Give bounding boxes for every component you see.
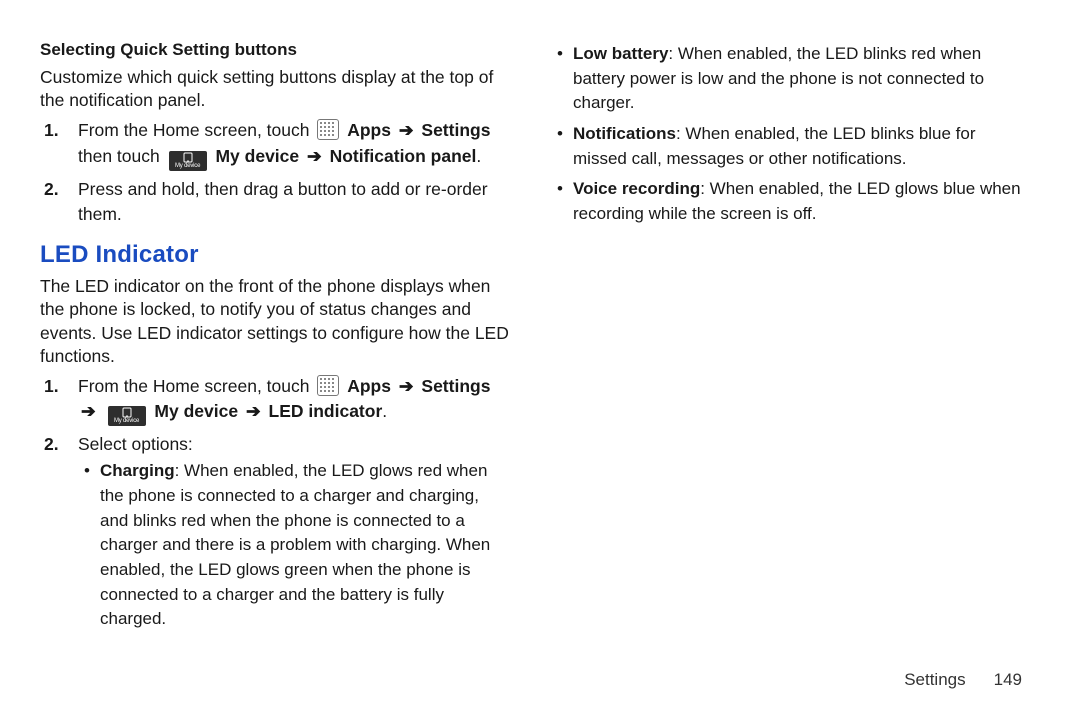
step-text-part: From the Home screen, touch xyxy=(78,376,314,396)
settings-label: Settings xyxy=(421,120,490,140)
option-notifications: Notifications: When enabled, the LED bli… xyxy=(571,122,1024,171)
option-title: Voice recording xyxy=(573,179,700,198)
option-charging: Charging: When enabled, the LED glows re… xyxy=(98,459,511,631)
option-voice-recording: Voice recording: When enabled, the LED g… xyxy=(571,177,1024,226)
step-text-part: then touch xyxy=(78,146,165,166)
quick-setting-steps: 1. From the Home screen, touch Ap xyxy=(40,118,511,227)
step-text: Select options: xyxy=(78,434,193,454)
my-device-icon-label: My device xyxy=(108,418,146,424)
arrow-icon: ➔ xyxy=(78,401,99,421)
led-steps: 1. From the Home screen, touch Ap xyxy=(40,374,511,632)
right-column: Low battery: When enabled, the LED blink… xyxy=(553,40,1024,666)
step-number: 2. xyxy=(44,432,59,457)
option-title: Charging xyxy=(100,461,175,480)
arrow-icon: ➔ xyxy=(396,120,417,140)
led-intro-paragraph: The LED indicator on the front of the ph… xyxy=(40,275,511,367)
led-options-list-left: Charging: When enabled, the LED glows re… xyxy=(78,459,511,631)
manual-page: Selecting Quick Setting buttons Customiz… xyxy=(0,0,1080,720)
led-indicator-label: LED indicator xyxy=(269,401,383,421)
arrow-icon: ➔ xyxy=(396,376,417,396)
page-footer: Settings 149 xyxy=(40,666,1024,690)
settings-label: Settings xyxy=(421,376,490,396)
my-device-label: My device xyxy=(154,401,238,421)
my-device-icon-label: My device xyxy=(169,163,207,169)
apps-label: Apps xyxy=(347,376,391,396)
apps-grid-icon xyxy=(317,119,339,140)
my-device-icon: My device xyxy=(108,406,146,426)
step-text-part: From the Home screen, touch xyxy=(78,120,314,140)
led-options-list-right: Low battery: When enabled, the LED blink… xyxy=(553,42,1024,226)
led-step-2: 2. Select options: Charging: When enable… xyxy=(62,432,511,632)
subsection-heading: Selecting Quick Setting buttons xyxy=(40,40,511,60)
option-title: Low battery xyxy=(573,44,668,63)
apps-grid-icon xyxy=(317,375,339,396)
footer-section: Settings xyxy=(904,670,965,690)
option-title: Notifications xyxy=(573,124,676,143)
my-device-icon: My device xyxy=(169,151,207,171)
apps-label: Apps xyxy=(347,120,391,140)
step-number: 1. xyxy=(44,118,59,143)
arrow-icon: ➔ xyxy=(304,146,325,166)
step-text: Press and hold, then drag a button to ad… xyxy=(78,179,488,224)
option-low-battery: Low battery: When enabled, the LED blink… xyxy=(571,42,1024,116)
step-number: 2. xyxy=(44,177,59,202)
step-2: 2. Press and hold, then drag a button to… xyxy=(62,177,511,228)
two-column-layout: Selecting Quick Setting buttons Customiz… xyxy=(40,40,1024,666)
step-number: 1. xyxy=(44,374,59,399)
arrow-icon: ➔ xyxy=(243,401,264,421)
led-step-1: 1. From the Home screen, touch Ap xyxy=(62,374,511,426)
option-text: : When enabled, the LED glows red when t… xyxy=(100,461,490,628)
intro-paragraph: Customize which quick setting buttons di… xyxy=(40,66,511,112)
left-column: Selecting Quick Setting buttons Customiz… xyxy=(40,40,511,666)
notification-panel-label: Notification panel xyxy=(330,146,477,166)
step-1: 1. From the Home screen, touch Ap xyxy=(62,118,511,170)
section-heading-led: LED Indicator xyxy=(40,241,511,269)
footer-page-number: 149 xyxy=(994,670,1022,690)
my-device-label: My device xyxy=(215,146,299,166)
